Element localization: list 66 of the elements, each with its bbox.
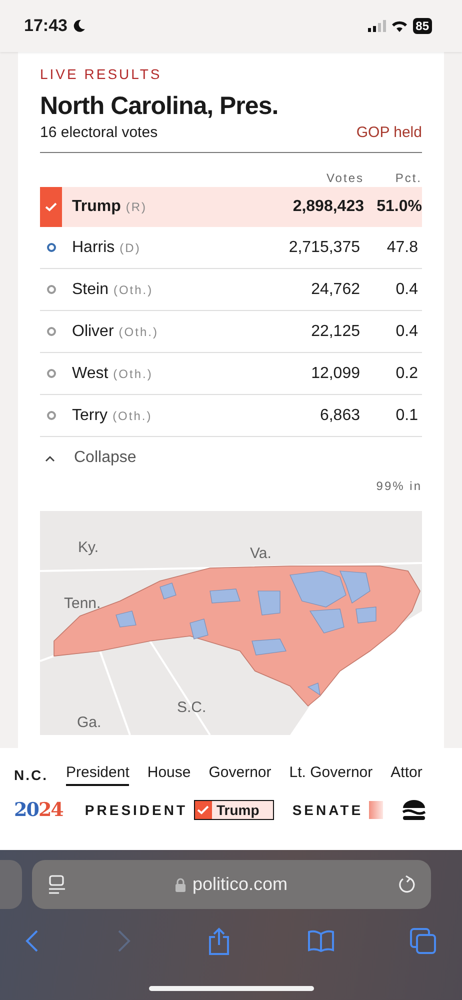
battery-icon: 85 [412,18,432,34]
race-tab[interactable]: Governor [208,764,272,786]
burger-icon[interactable] [401,798,428,822]
vote-count: 2,715,375 [288,238,360,256]
tab-edge[interactable] [0,860,22,909]
race-tab[interactable]: House [147,764,191,786]
address-bar[interactable]: politico.com [32,860,431,909]
lock-icon [175,878,186,892]
race-tab[interactable]: Lt. Governor [289,764,373,786]
vote-count: 24,762 [310,280,360,298]
status-time: 17:43 [24,16,68,36]
vote-count: 12,099 [310,364,360,382]
vote-percent: 0.4 [394,280,419,298]
race-tab[interactable]: President [66,764,130,786]
map-label: Tenn. [64,595,101,612]
reporting-status: 99% in [376,479,422,493]
url-text: politico.com [192,874,288,895]
vote-count: 22,125 [310,322,360,340]
candidate-name: Harris [72,238,115,256]
vote-count: 2,898,423 [292,198,364,216]
year-logo: 2024 [14,799,63,821]
map-label: Va. [250,545,272,562]
map-label: Ky. [78,539,99,556]
candidate-name: Stein [72,280,108,298]
book-icon[interactable] [306,929,334,953]
map-label: S.C. [177,699,206,716]
map-label: Ga. [77,714,102,731]
vote-percent: 0.1 [394,406,419,424]
race-tab[interactable]: Attor [390,764,422,786]
wifi-icon [390,20,408,32]
signal-icon [368,20,386,32]
reload-icon[interactable] [397,874,418,894]
candidate-name: West [72,364,108,382]
party-label: (Oth.) [118,324,158,338]
live-results-label: LIVE RESULTS [40,66,163,82]
reader-icon[interactable] [48,874,66,894]
party-label: (Oth.) [113,282,154,296]
tabs-icon[interactable] [410,928,436,954]
leader-name: Trump [216,802,260,818]
party-label: (D) [120,240,141,254]
moon-icon [72,19,86,33]
race-title: North Carolina, Pres. [40,92,280,121]
vote-count: 6,863 [318,406,360,424]
candidate-name: Trump [72,198,121,216]
check-icon [197,805,210,815]
share-icon[interactable] [207,927,231,955]
faded-chip [369,801,384,819]
party-label: (R) [126,200,148,214]
candidate-name: Terry [72,406,108,424]
column-header: Votes [325,171,364,187]
column-header: Pct. [394,171,422,187]
caret-icon [44,454,56,462]
vote-percent: 0.4 [394,322,419,340]
vote-percent: 0.2 [394,364,419,382]
vote-percent: 51.0% [376,198,422,216]
vote-percent: 47.8 [386,238,419,256]
party-label: (Oth.) [112,408,152,422]
held-status: GOP held [356,124,422,141]
collapse-button[interactable]: Collapse [40,437,136,479]
ticker-label: PRESIDENT [84,802,188,818]
ticker-label: SENATE [292,802,364,818]
party-label: (Oth.) [113,366,153,380]
electoral-votes: 16 electoral votes [40,124,158,141]
candidate-name: Oliver [72,322,114,340]
state-label: N.C. [14,767,48,783]
back-icon[interactable] [24,929,40,953]
